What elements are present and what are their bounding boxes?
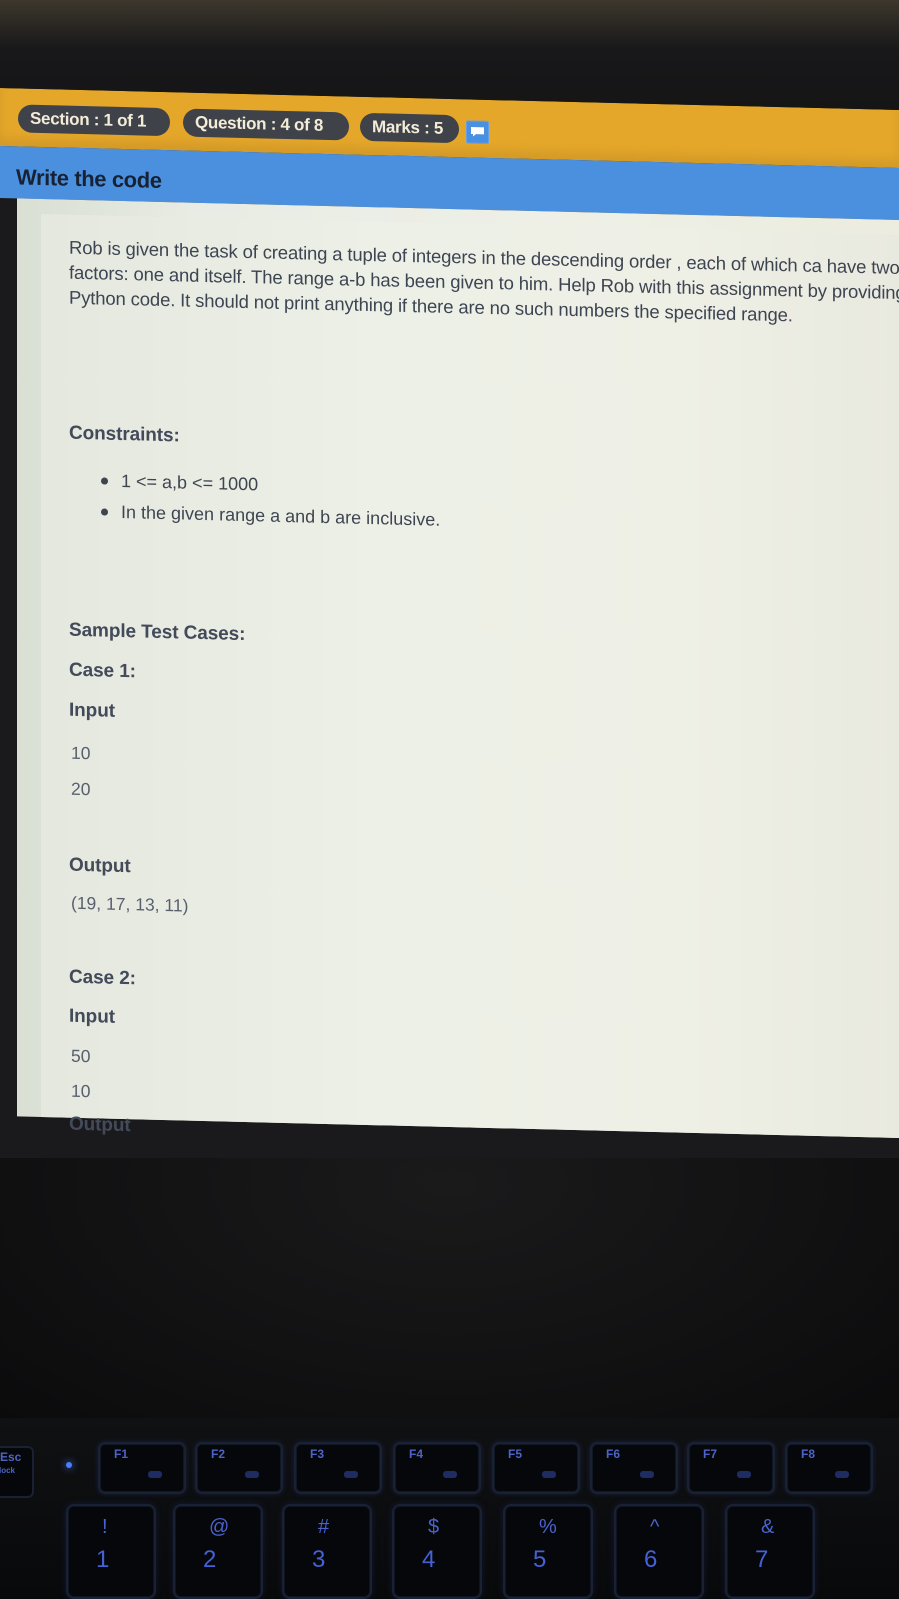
key-7-top: &: [761, 1516, 775, 1538]
key-5-bottom: 5: [533, 1546, 547, 1573]
key-1[interactable]: ! 1: [66, 1504, 156, 1599]
key-1-top: !: [102, 1516, 108, 1538]
f5-label: F5: [508, 1447, 523, 1461]
key-5[interactable]: % 5: [503, 1504, 593, 1599]
key-6-top: ^: [650, 1516, 660, 1538]
case-1-output-label: Output: [69, 854, 131, 878]
key-3-bottom: 3: [312, 1546, 326, 1573]
keyboard: Esc lock F1 F2 F3 F4 F5 F6 F7 F8 ! 1 @ 2…: [0, 1418, 899, 1599]
problem-statement: Rob is given the task of creating a tupl…: [69, 236, 899, 326]
mute-icon: [148, 1471, 162, 1478]
chat-icon-glyph: [471, 127, 484, 137]
key-4-top: $: [428, 1516, 440, 1538]
case-1-output-value: (19, 17, 13, 11): [71, 892, 189, 916]
constraints-list: 1 <= a,b <= 1000 In the given range a an…: [101, 465, 801, 544]
f7-label: F7: [703, 1447, 718, 1461]
brightness-up-icon: [640, 1471, 654, 1478]
keyboard-led: [66, 1462, 72, 1468]
f3-label: F3: [310, 1447, 325, 1461]
f8-key[interactable]: F8: [785, 1442, 873, 1494]
key-5-top: %: [539, 1516, 557, 1538]
f6-label: F6: [606, 1447, 621, 1461]
laptop-bezel: [0, 1158, 899, 1418]
f6-key[interactable]: F6: [590, 1442, 678, 1494]
f2-key[interactable]: F2: [195, 1442, 283, 1494]
f8-label: F8: [801, 1447, 816, 1461]
key-3-top: #: [318, 1516, 330, 1538]
case-2-output-label: Output: [69, 1113, 131, 1137]
sample-test-cases-heading: Sample Test Cases:: [69, 619, 246, 645]
esc-key-label: Esc: [0, 1450, 22, 1464]
airplane-icon: [835, 1471, 849, 1478]
f1-key[interactable]: F1: [98, 1442, 186, 1494]
laptop-screen: Section : 1 of 1 Question : 4 of 8 Marks…: [0, 88, 899, 1180]
question-card: Rob is given the task of creating a tupl…: [41, 214, 899, 1138]
f2-label: F2: [211, 1447, 226, 1461]
volume-down-icon: [245, 1471, 259, 1478]
case-1-heading: Case 1:: [69, 659, 136, 683]
key-7[interactable]: & 7: [725, 1504, 815, 1599]
key-1-bottom: 1: [96, 1546, 110, 1573]
case-1-input-value-2: 20: [71, 778, 91, 800]
constraints-heading: Constraints:: [69, 422, 180, 447]
section-pill: Section : 1 of 1: [18, 104, 170, 137]
key-4[interactable]: $ 4: [392, 1504, 482, 1599]
case-2-input-value-1: 50: [71, 1045, 91, 1067]
key-6[interactable]: ^ 6: [614, 1504, 704, 1599]
page-title: Write the code: [16, 164, 162, 193]
f7-key[interactable]: F7: [687, 1442, 775, 1494]
key-6-bottom: 6: [644, 1546, 658, 1573]
case-2-heading: Case 2:: [69, 966, 136, 990]
photo-frame: Section : 1 of 1 Question : 4 of 8 Marks…: [0, 0, 899, 1599]
f3-key[interactable]: F3: [294, 1442, 382, 1494]
brightness-down-icon: [542, 1471, 556, 1478]
chat-icon[interactable]: [466, 120, 489, 144]
key-4-bottom: 4: [422, 1546, 436, 1573]
case-2-input-value-2: 10: [71, 1080, 91, 1102]
question-panel: Rob is given the task of creating a tupl…: [17, 198, 899, 1138]
f1-label: F1: [114, 1447, 129, 1461]
marks-pill: Marks : 5: [360, 112, 459, 144]
esc-key-sub-label: lock: [0, 1466, 16, 1475]
f5-key[interactable]: F5: [492, 1442, 580, 1494]
f4-key[interactable]: F4: [393, 1442, 481, 1494]
key-3[interactable]: # 3: [282, 1504, 372, 1599]
case-1-input-value-1: 10: [71, 742, 91, 764]
key-7-bottom: 7: [755, 1546, 769, 1573]
mic-mute-icon: [443, 1471, 457, 1478]
question-pill: Question : 4 of 8: [183, 108, 349, 141]
key-2-top: @: [209, 1516, 230, 1538]
volume-up-icon: [344, 1471, 358, 1478]
esc-key[interactable]: Esc lock: [0, 1446, 34, 1498]
display-icon: [737, 1471, 751, 1478]
key-2-bottom: 2: [203, 1546, 217, 1573]
f4-label: F4: [409, 1447, 424, 1461]
case-1-input-label: Input: [69, 699, 115, 722]
key-2[interactable]: @ 2: [173, 1504, 263, 1599]
case-2-input-label: Input: [69, 1005, 115, 1028]
